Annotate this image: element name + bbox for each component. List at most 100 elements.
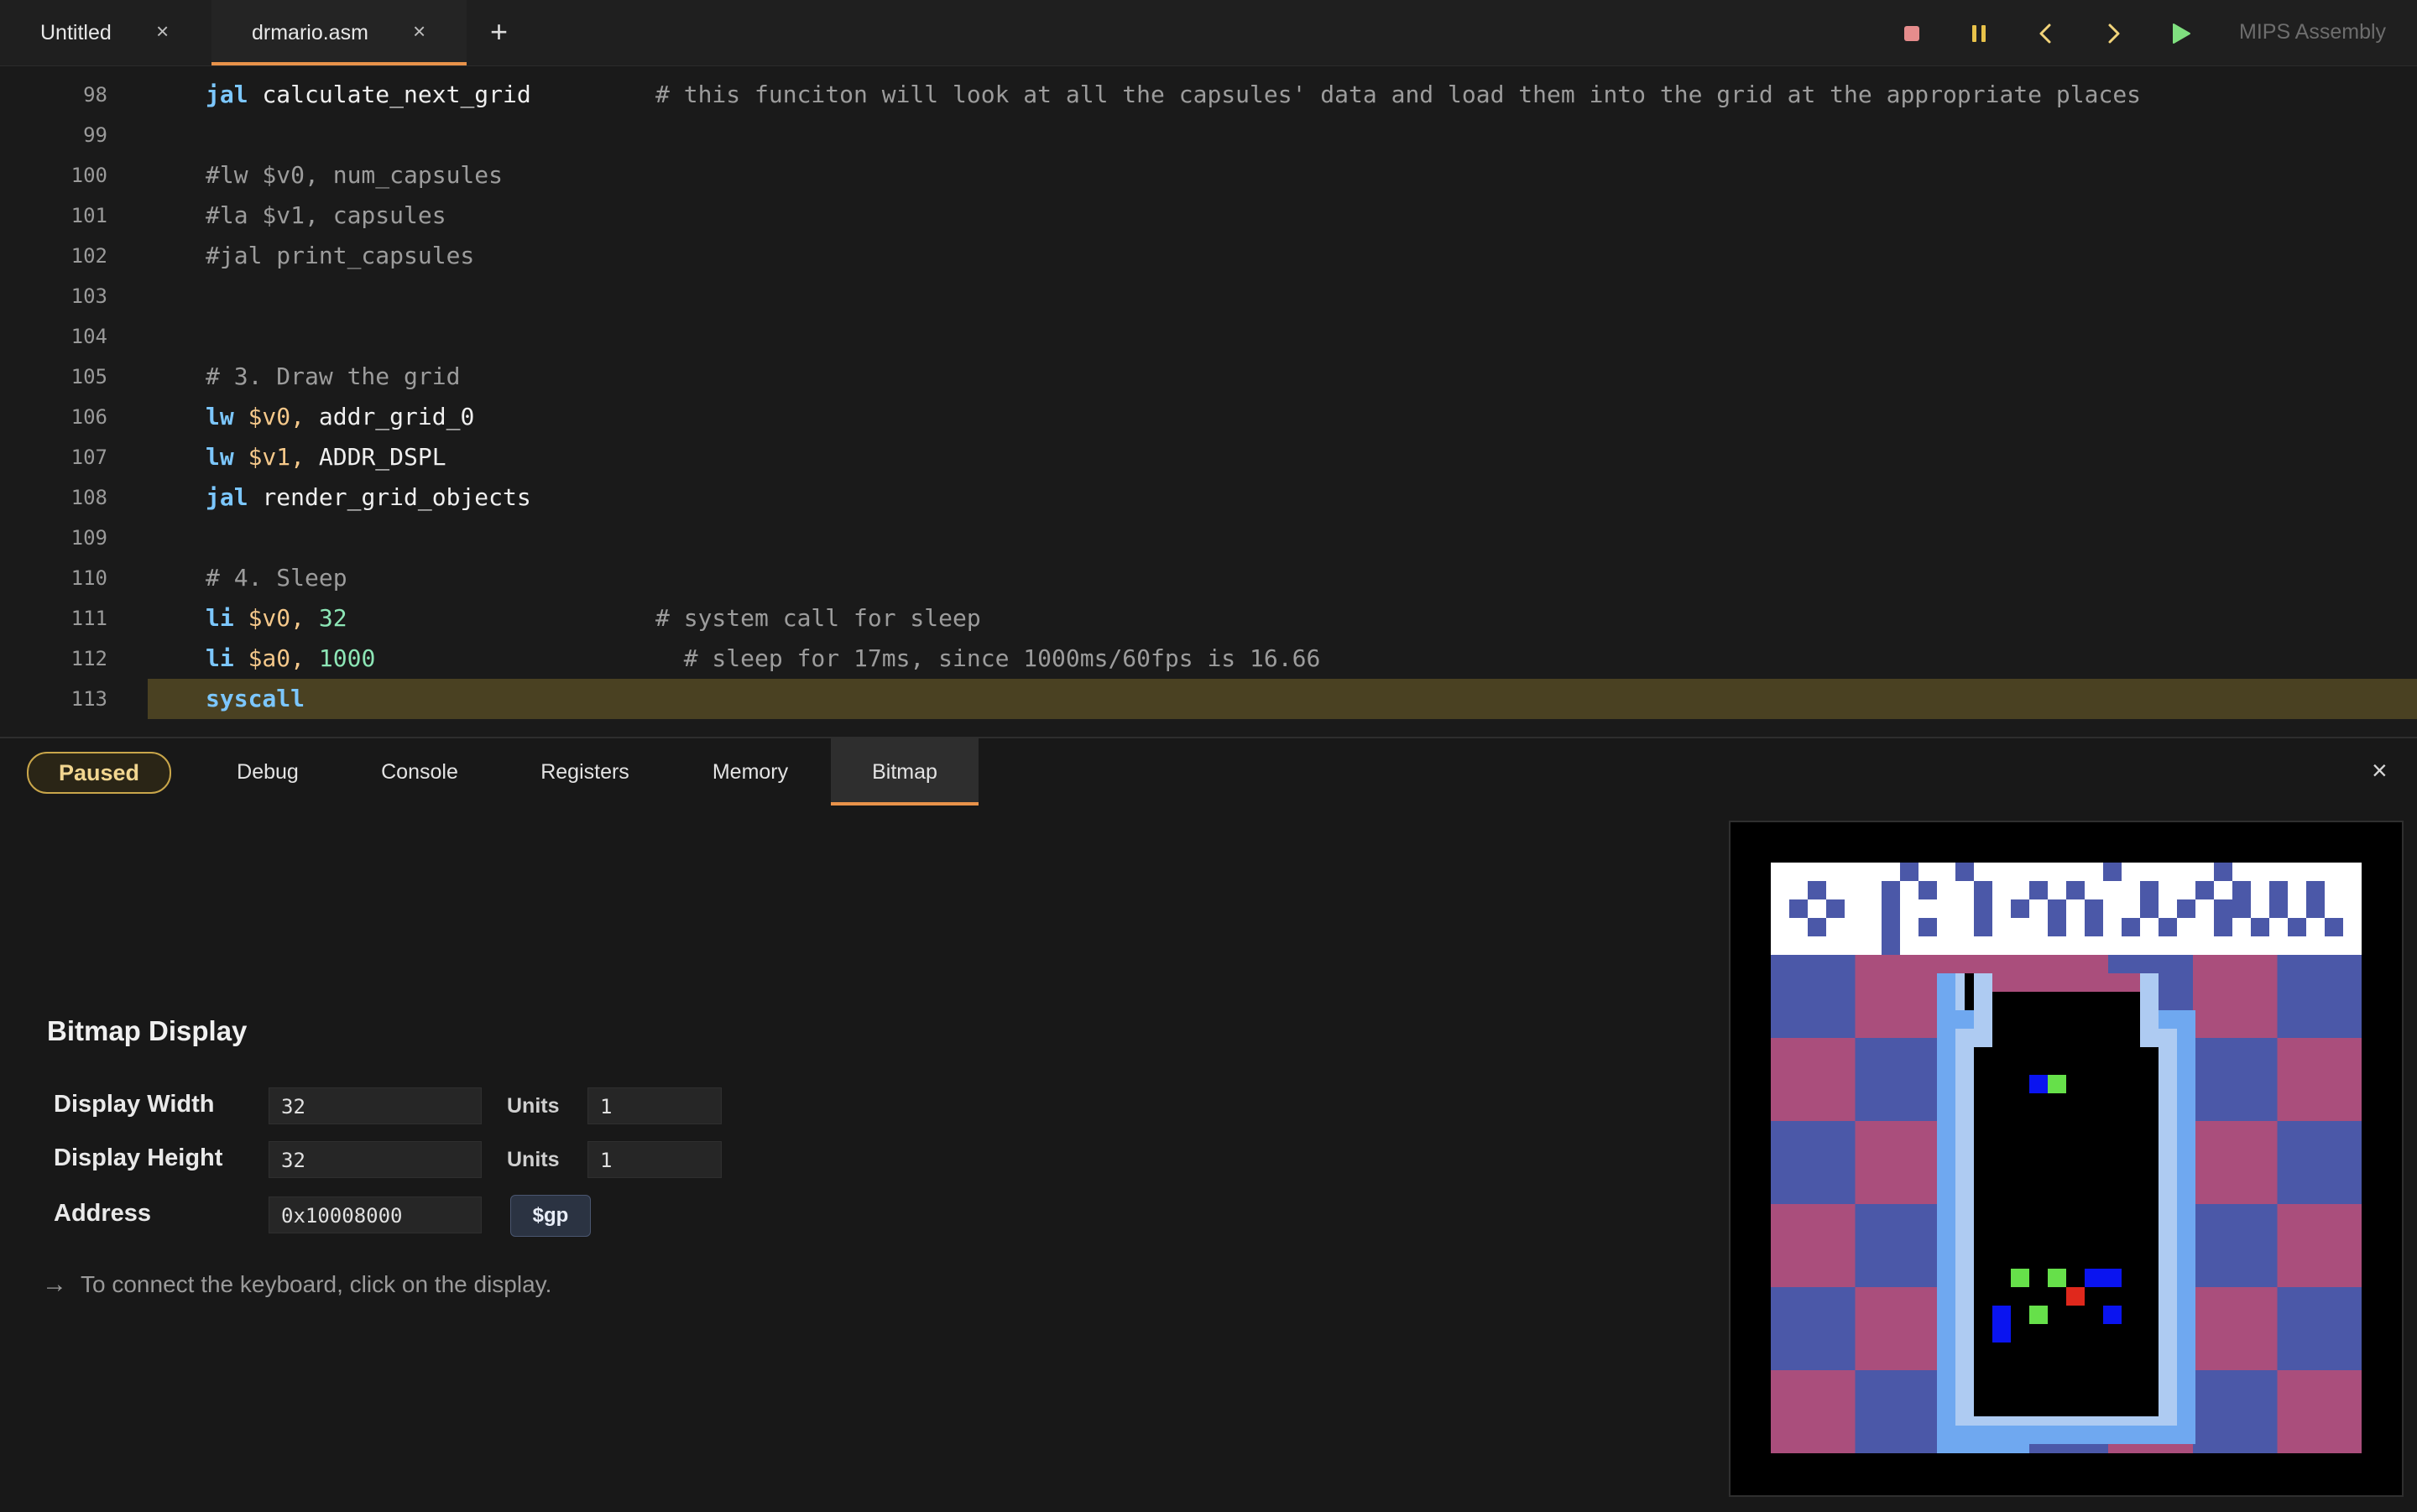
- title-pixel: [2066, 936, 2085, 955]
- bottle-neck: [1974, 973, 1992, 1029]
- code-text: jal calculate_next_grid: [206, 75, 531, 115]
- title-pixel: [1771, 863, 1789, 881]
- tab-debug[interactable]: Debug: [211, 738, 324, 806]
- title-pixel: [2177, 918, 2195, 936]
- bitmap-title: Bitmap Display: [47, 1015, 248, 1046]
- address-label: Address: [54, 1200, 152, 1227]
- code-token: lw: [206, 403, 234, 430]
- title-pixel: [2048, 863, 2066, 881]
- close-icon[interactable]: ×: [156, 18, 169, 44]
- chevron-right-icon[interactable]: [2098, 18, 2128, 49]
- code-line: 110 # 4. Sleep: [0, 558, 2417, 598]
- line-number: 100: [70, 164, 107, 187]
- virus: [2011, 1269, 2029, 1287]
- title-pixel: [2195, 936, 2214, 955]
- title-pixel: [1808, 863, 1826, 881]
- title-pixel: [1992, 918, 2011, 936]
- tab-registers[interactable]: Registers: [522, 738, 648, 806]
- bottle-neck-inside: [1992, 992, 2140, 1047]
- title-pixel: [1937, 899, 1955, 918]
- title-pixel: [2306, 918, 2325, 936]
- title-pixel: [1771, 899, 1789, 918]
- title-pixel: [2103, 881, 2122, 899]
- code-comment: # this funciton will look at all the cap…: [655, 81, 2142, 108]
- code-text: li $a0, 1000: [206, 639, 375, 679]
- code-line: 107 lw $v1, ADDR_DSPL: [0, 437, 2417, 477]
- title-pixel: [2269, 863, 2288, 881]
- virus: [2103, 1306, 2122, 1324]
- title-pixel: [1826, 918, 1845, 936]
- bottle-interior: [1974, 1047, 2159, 1416]
- title-pixel: [2343, 881, 2362, 899]
- bitmap-display[interactable]: [1729, 821, 2404, 1497]
- capsule: [2085, 1269, 2122, 1287]
- title-pixel: [1955, 918, 1974, 936]
- title-pixel: [2288, 899, 2306, 918]
- title-pixel: [1845, 899, 1863, 918]
- code-text: lw $v0, addr_grid_0: [206, 397, 474, 437]
- code-token: jal: [206, 81, 248, 108]
- display-width-input[interactable]: 32: [269, 1087, 482, 1124]
- bitmap-canvas[interactable]: [1771, 863, 2362, 1453]
- code-token: $v0,: [248, 604, 305, 632]
- new-tab-icon[interactable]: +: [490, 15, 508, 49]
- code-token: # 4. Sleep: [206, 564, 347, 592]
- play-icon[interactable]: [2165, 18, 2195, 49]
- debug-panel: Paused Debug Console Registers Memory Bi…: [0, 737, 2417, 1512]
- checker-tile: [1771, 1038, 1856, 1123]
- title-pixel: [1789, 863, 1808, 881]
- code-token: render_grid_objects: [262, 483, 531, 511]
- title-pixel: [2214, 936, 2232, 955]
- close-panel-icon[interactable]: ×: [2372, 755, 2388, 786]
- address-input[interactable]: 0x10008000: [269, 1197, 482, 1233]
- code-text: li $v0, 32: [206, 598, 347, 639]
- title-pixel: [1826, 881, 1845, 899]
- title-pixel: [1900, 936, 1918, 955]
- tab-drmario-asm[interactable]: drmario.asm ×: [211, 0, 467, 65]
- close-icon[interactable]: ×: [413, 18, 425, 44]
- code-text: #lw $v0, num_capsules: [206, 155, 503, 196]
- file-tab-bar: Untitled × drmario.asm × + MIPS Assembly: [0, 0, 2417, 66]
- title-pixel: [1955, 899, 1974, 918]
- capsule-half: [2029, 1075, 2048, 1093]
- code-line: 112 li $a0, 1000 # sleep for 17ms, since …: [0, 639, 2417, 679]
- tab-memory[interactable]: Memory: [688, 738, 812, 806]
- code-comment: # sleep for 17ms, since 1000ms/60fps is …: [655, 644, 1321, 672]
- title-pixel: [2122, 936, 2140, 955]
- display-height-label: Display Height: [54, 1144, 223, 1171]
- title-pixel: [2066, 863, 2085, 881]
- height-units-input[interactable]: 1: [587, 1141, 722, 1178]
- display-height-input[interactable]: 32: [269, 1141, 482, 1178]
- title-pixel: [2232, 936, 2251, 955]
- title-pixel: [2325, 863, 2343, 881]
- virus: [2048, 1269, 2066, 1287]
- line-number: 113: [70, 687, 107, 711]
- title-pixel: [2288, 881, 2306, 899]
- tab-untitled[interactable]: Untitled ×: [0, 0, 210, 65]
- bottle-cap: [1992, 973, 2140, 992]
- gp-button[interactable]: $gp: [510, 1195, 591, 1237]
- tab-console[interactable]: Console: [361, 738, 478, 806]
- title-pixel: [2085, 936, 2103, 955]
- title-pixel: [2066, 899, 2085, 918]
- bottle-cap: [1955, 955, 2011, 973]
- checker-tile: [1855, 1038, 1940, 1123]
- code-token: 32: [318, 604, 347, 632]
- tab-bitmap[interactable]: Bitmap: [831, 738, 979, 806]
- chevron-left-icon[interactable]: [2031, 18, 2061, 49]
- status-badge: Paused: [27, 752, 171, 794]
- title-pixel: [2103, 936, 2122, 955]
- width-units-input[interactable]: 1: [587, 1087, 722, 1124]
- pause-icon[interactable]: [1964, 18, 1994, 49]
- line-number: 111: [70, 607, 107, 630]
- code-editor[interactable]: 98 jal calculate_next_grid # this funciton…: [0, 66, 2417, 736]
- title-pixel: [2085, 863, 2103, 881]
- line-number: 106: [70, 405, 107, 429]
- title-pixel: [1863, 863, 1882, 881]
- stop-icon[interactable]: [1897, 18, 1927, 49]
- title-pixel: [2122, 863, 2140, 881]
- checker-tile: [2192, 1204, 2279, 1289]
- title-pixel: [1808, 899, 1826, 918]
- title-pixel: [2159, 863, 2177, 881]
- panel-tab-bar: Paused Debug Console Registers Memory Bi…: [0, 738, 2417, 806]
